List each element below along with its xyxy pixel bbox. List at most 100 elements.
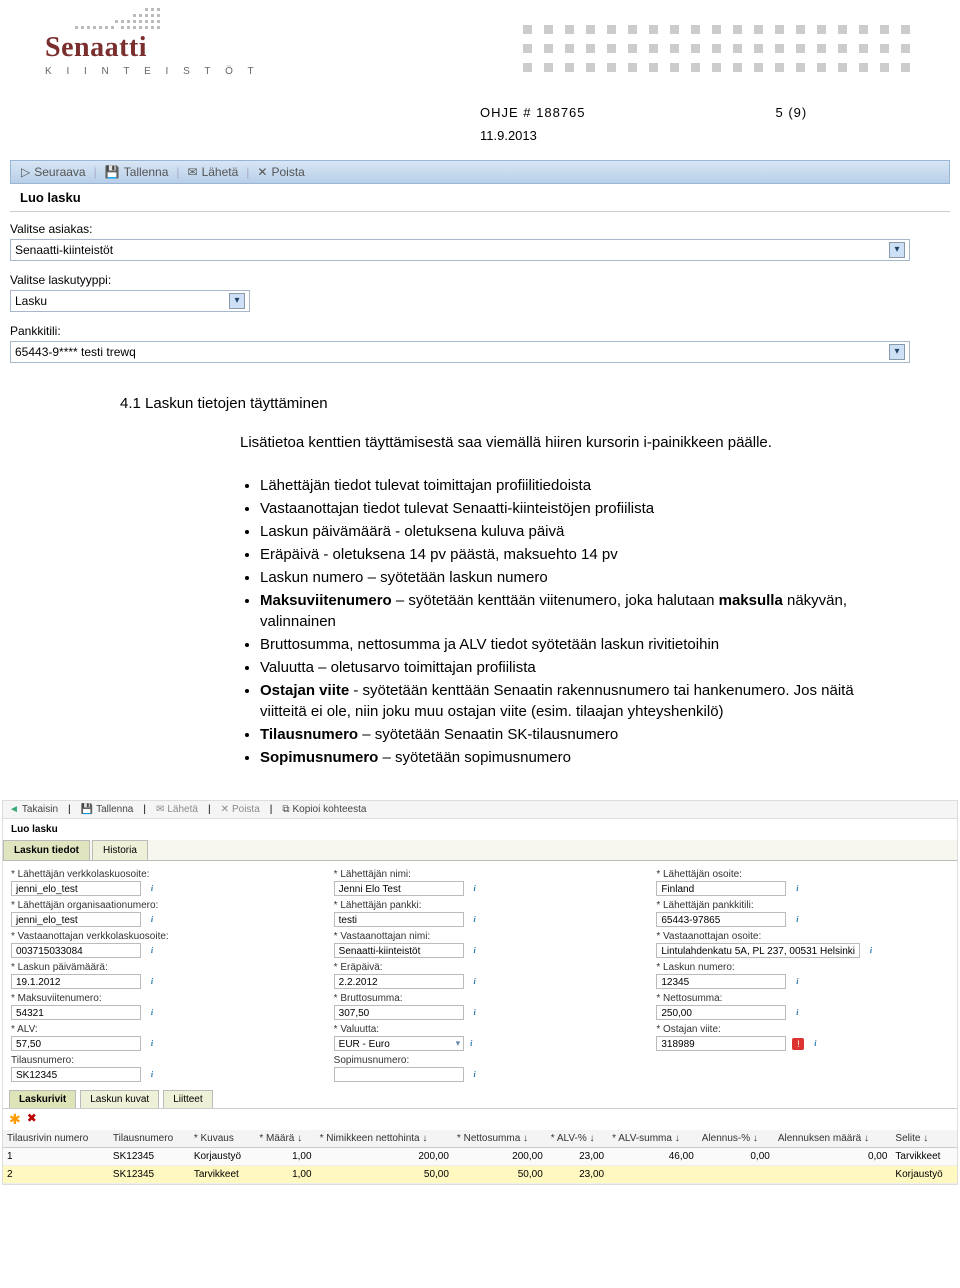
field-input[interactable]: 2.2.2012 xyxy=(334,974,464,989)
col-alvs[interactable]: * ALV-summa ↓ xyxy=(608,1130,698,1148)
bank-select[interactable]: 65443-9**** testi trewq ▾ xyxy=(10,341,910,363)
delete-button[interactable]: ✕ Poista xyxy=(221,804,260,815)
col-rownum[interactable]: Tilausrivin numero xyxy=(3,1130,109,1148)
field-input[interactable]: Lintulahdenkatu 5A, PL 237, 00531 Helsin… xyxy=(656,943,860,958)
table-cell: Korjaustyö xyxy=(190,1148,256,1166)
table-cell: 23,00 xyxy=(547,1166,608,1184)
field-input[interactable]: 307,50 xyxy=(334,1005,464,1020)
col-tilausnumero[interactable]: Tilausnumero xyxy=(109,1130,190,1148)
info-icon[interactable]: i xyxy=(147,884,157,894)
form-field: * Maksuviitenumero:54321i xyxy=(11,993,304,1020)
copy-icon: ⧉ xyxy=(282,804,289,815)
table-row[interactable]: 1SK12345Korjaustyö1,00200,00200,0023,004… xyxy=(3,1148,957,1166)
info-icon[interactable]: i xyxy=(470,946,480,956)
field-input[interactable]: 19.1.2012 xyxy=(11,974,141,989)
tab-historia[interactable]: Historia xyxy=(92,840,148,860)
field-input[interactable]: jenni_elo_test xyxy=(11,881,141,896)
field-input[interactable]: Finland xyxy=(656,881,786,896)
table-cell: 0,00 xyxy=(774,1148,892,1166)
table-row[interactable]: 2SK12345Tarvikkeet1,0050,0050,0023,00Kor… xyxy=(3,1166,957,1184)
info-icon[interactable]: i xyxy=(470,1008,480,1018)
field-input[interactable]: 003715033084 xyxy=(11,943,141,958)
field-input[interactable]: 54321 xyxy=(11,1005,141,1020)
field-label: * Lähettäjän organisaationumero: xyxy=(11,900,304,911)
info-icon[interactable]: i xyxy=(147,977,157,987)
chevron-down-icon: ▾ xyxy=(229,293,245,309)
col-alem[interactable]: Alennuksen määrä ↓ xyxy=(774,1130,892,1148)
save-button[interactable]: 💾 Tallenna xyxy=(81,804,134,815)
copy-button[interactable]: ⧉ Kopioi kohteesta xyxy=(282,804,366,815)
field-input[interactable]: jenni_elo_test xyxy=(11,912,141,927)
field-input[interactable]: SK12345 xyxy=(11,1067,141,1082)
form-field: * Ostajan viite:318989!i xyxy=(656,1024,949,1051)
save-button[interactable]: 💾 Tallenna xyxy=(105,165,169,179)
col-nettosumma[interactable]: * Nettosumma ↓ xyxy=(453,1130,547,1148)
bullet-item: Bruttosumma, nettosumma ja ALV tiedot sy… xyxy=(260,634,870,655)
field-label: * Lähettäjän osoite: xyxy=(656,869,949,880)
info-icon[interactable]: i xyxy=(147,1008,157,1018)
info-icon[interactable]: i xyxy=(147,1039,157,1049)
field-input[interactable]: 250,00 xyxy=(656,1005,786,1020)
field-input[interactable]: 318989 xyxy=(656,1036,786,1051)
form-field: * Lähettäjän verkkolaskuosoite:jenni_elo… xyxy=(11,869,304,896)
field-input[interactable]: EUR - Euro xyxy=(334,1036,464,1051)
logo-dots-icon xyxy=(75,8,175,30)
info-icon[interactable]: i xyxy=(466,1039,476,1049)
tab-liitteet[interactable]: Liitteet xyxy=(163,1090,212,1108)
tab-laskun-kuvat[interactable]: Laskun kuvat xyxy=(80,1090,159,1108)
table-cell: Tarvikkeet xyxy=(891,1148,957,1166)
col-maara[interactable]: * Määrä ↓ xyxy=(255,1130,315,1148)
field-input[interactable]: 65443-97865 xyxy=(656,912,786,927)
info-icon[interactable]: i xyxy=(810,1039,820,1049)
table-cell: 50,00 xyxy=(316,1166,453,1184)
field-input[interactable]: 12345 xyxy=(656,974,786,989)
form-field: Sopimusnumero:i xyxy=(334,1055,627,1082)
info-icon[interactable]: i xyxy=(470,977,480,987)
type-select[interactable]: Lasku ▾ xyxy=(10,290,250,312)
form-field: * Lähettäjän pankki:testii xyxy=(334,900,627,927)
send-button[interactable]: ✉ Lähetä xyxy=(156,804,198,815)
info-icon[interactable]: i xyxy=(470,915,480,925)
col-alvp[interactable]: * ALV-% ↓ xyxy=(547,1130,608,1148)
col-selite[interactable]: Selite ↓ xyxy=(891,1130,957,1148)
back-button[interactable]: ◄ Takaisin xyxy=(9,804,58,815)
logo-name: Senaatti xyxy=(45,32,260,64)
field-input[interactable]: Jenni Elo Test xyxy=(334,881,464,896)
info-icon[interactable]: i xyxy=(470,884,480,894)
invoice-rows-table: Tilausrivin numero Tilausnumero * Kuvaus… xyxy=(3,1130,957,1184)
delete-row-icon[interactable]: ✖ xyxy=(27,1111,37,1128)
info-icon[interactable]: i xyxy=(792,884,802,894)
info-icon[interactable]: i xyxy=(792,977,802,987)
send-button[interactable]: ✉ Lähetä xyxy=(188,165,239,179)
info-icon[interactable]: i xyxy=(866,946,876,956)
error-icon: ! xyxy=(792,1038,804,1050)
field-input[interactable]: 57,50 xyxy=(11,1036,141,1051)
info-icon[interactable]: i xyxy=(792,1008,802,1018)
field-input[interactable]: testi xyxy=(334,912,464,927)
field-label: * Vastaanottajan verkkolaskuosoite: xyxy=(11,931,304,942)
doc-page: 5 (9) xyxy=(776,105,808,120)
info-icon[interactable]: i xyxy=(147,1070,157,1080)
form-field: * Laskun päivämäärä:19.1.2012i xyxy=(11,962,304,989)
field-input[interactable] xyxy=(334,1067,464,1082)
form-field: * ALV:57,50i xyxy=(11,1024,304,1051)
tab-laskurivit[interactable]: Laskurivit xyxy=(9,1090,76,1108)
field-input[interactable]: Senaatti-kiinteistöt xyxy=(334,943,464,958)
tab-laskun-tiedot[interactable]: Laskun tiedot xyxy=(3,840,90,860)
table-cell xyxy=(698,1166,774,1184)
col-nettohinta[interactable]: * Nimikkeen nettohinta ↓ xyxy=(316,1130,453,1148)
col-alep[interactable]: Alennus-% ↓ xyxy=(698,1130,774,1148)
col-kuvaus[interactable]: * Kuvaus xyxy=(190,1130,256,1148)
form-field: * Bruttosumma:307,50i xyxy=(334,993,627,1020)
info-icon[interactable]: i xyxy=(470,1070,480,1080)
customer-select[interactable]: Senaatti-kiinteistöt ▾ xyxy=(10,239,910,261)
delete-button[interactable]: ✕ Poista xyxy=(257,165,304,179)
field-label: * Valuutta: xyxy=(334,1024,627,1035)
next-button[interactable]: ▷ Seuraava xyxy=(21,165,86,179)
info-icon[interactable]: i xyxy=(147,946,157,956)
table-cell: 1,00 xyxy=(255,1166,315,1184)
form-field: * Valuutta:EUR - Euro▾i xyxy=(334,1024,627,1051)
info-icon[interactable]: i xyxy=(792,915,802,925)
info-icon[interactable]: i xyxy=(147,915,157,925)
add-row-icon[interactable]: ✱ xyxy=(9,1111,21,1128)
